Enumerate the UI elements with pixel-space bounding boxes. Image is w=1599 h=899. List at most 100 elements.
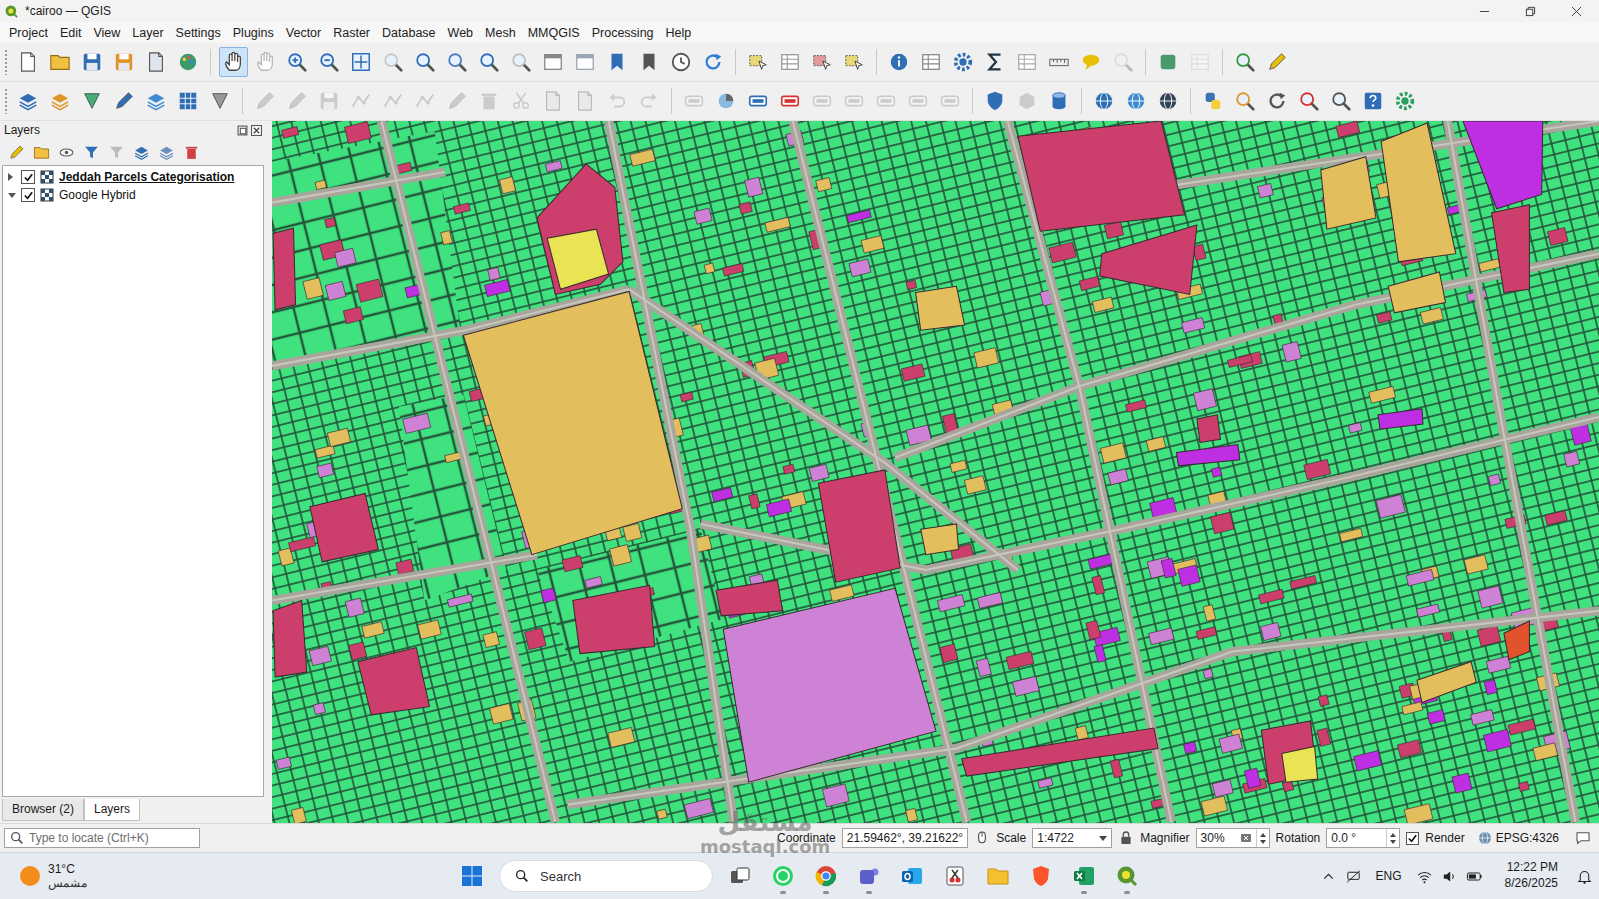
taskbar-search[interactable]: Search — [499, 860, 713, 892]
expand-all-button[interactable] — [130, 141, 152, 163]
parcel[interactable] — [1100, 443, 1126, 463]
parcel[interactable] — [1282, 342, 1301, 363]
parcel[interactable] — [680, 392, 693, 402]
parcel[interactable] — [1088, 554, 1113, 569]
parcel[interactable] — [1463, 121, 1543, 209]
parcel[interactable] — [1125, 400, 1146, 412]
zoom-z-button[interactable] — [1327, 86, 1356, 116]
parcel[interactable] — [303, 278, 324, 300]
help-button[interactable] — [1359, 86, 1388, 116]
parcel[interactable] — [1547, 228, 1568, 246]
parcel[interactable] — [1478, 586, 1503, 608]
parcel[interactable] — [1092, 297, 1114, 312]
label-tool-button[interactable] — [680, 86, 709, 116]
speaker-icon[interactable] — [1441, 868, 1458, 885]
parcel[interactable] — [723, 263, 744, 276]
weather-widget[interactable]: 31°Cمشمس — [0, 862, 452, 891]
parcel[interactable] — [499, 177, 515, 194]
parcel[interactable] — [1464, 555, 1488, 574]
layer-row[interactable]: Jeddah Parcels Categorisation — [3, 168, 263, 186]
parcel[interactable] — [1508, 719, 1536, 735]
parcel[interactable] — [313, 703, 325, 715]
data-source-button[interactable] — [14, 86, 43, 116]
parcel[interactable] — [547, 229, 608, 289]
parcel[interactable] — [766, 499, 791, 517]
parcel[interactable] — [1348, 423, 1362, 434]
parcel[interactable] — [916, 286, 965, 330]
label-button[interactable] — [744, 86, 773, 116]
redo-button[interactable] — [635, 86, 664, 116]
menu-item[interactable]: Vector — [280, 26, 327, 40]
parcel[interactable] — [1183, 742, 1196, 754]
python-button[interactable] — [1199, 86, 1228, 116]
add-vector-button[interactable] — [78, 86, 107, 116]
cube-button[interactable] — [1013, 86, 1042, 116]
parcel[interactable] — [1354, 751, 1382, 771]
parcel[interactable] — [1210, 512, 1234, 534]
geopackage-button[interactable] — [46, 86, 75, 116]
undo-button[interactable] — [603, 86, 632, 116]
lock-icon[interactable] — [1118, 830, 1134, 846]
shield-button[interactable] — [981, 86, 1010, 116]
crs-button[interactable]: EPSG:4326 — [1477, 830, 1559, 846]
parcel[interactable] — [745, 177, 763, 197]
show-hide-button[interactable] — [840, 86, 869, 116]
parcel[interactable] — [315, 445, 335, 458]
parcel[interactable] — [694, 208, 712, 224]
georef-button[interactable] — [1391, 86, 1420, 116]
parcel[interactable] — [1075, 726, 1088, 740]
parcel[interactable] — [1290, 576, 1317, 590]
parcel[interactable] — [1201, 796, 1228, 816]
zoom-in-button[interactable] — [283, 47, 312, 77]
paste-button[interactable] — [571, 86, 600, 116]
parcel[interactable] — [1452, 773, 1472, 793]
parcel[interactable] — [344, 122, 371, 144]
expand-arrow-icon[interactable] — [8, 193, 16, 198]
brush-button[interactable] — [1263, 47, 1292, 77]
modify-button[interactable] — [443, 86, 472, 116]
parcel[interactable] — [1304, 459, 1331, 479]
visibility-button[interactable] — [55, 141, 77, 163]
parcel[interactable] — [463, 291, 682, 554]
add-group-button[interactable] — [30, 141, 52, 163]
parcel[interactable] — [1203, 669, 1213, 679]
style-panel-button[interactable] — [5, 141, 27, 163]
parcel[interactable] — [1479, 259, 1501, 272]
edit-pencil-button[interactable] — [251, 86, 280, 116]
panel-tab[interactable]: Layers — [84, 799, 140, 821]
parcel[interactable] — [1533, 743, 1558, 761]
parcel[interactable] — [1178, 565, 1200, 586]
toggle-edit-button[interactable] — [283, 86, 312, 116]
parcel[interactable] — [1420, 307, 1443, 324]
parcel[interactable] — [1049, 242, 1076, 263]
layer-row[interactable]: Google Hybrid — [3, 186, 263, 204]
parcel[interactable] — [1079, 276, 1100, 290]
chrome-app[interactable] — [806, 856, 846, 896]
parcel[interactable] — [937, 594, 965, 611]
parcel[interactable] — [1161, 558, 1176, 578]
scale-field[interactable]: 1:4722 — [1032, 828, 1112, 848]
filter-expression-button[interactable] — [105, 141, 127, 163]
statistics-button[interactable] — [981, 47, 1010, 77]
add-wms-button[interactable] — [142, 86, 171, 116]
pan-button[interactable] — [219, 47, 248, 77]
menu-item[interactable]: Raster — [327, 26, 376, 40]
parcel[interactable] — [484, 280, 510, 297]
delete-button[interactable] — [475, 86, 504, 116]
language-indicator[interactable]: ENG — [1376, 869, 1402, 883]
parcel[interactable] — [1486, 656, 1511, 673]
map-canvas[interactable] — [272, 121, 1599, 823]
parcel[interactable] — [906, 280, 917, 290]
tips-button[interactable] — [1077, 47, 1106, 77]
cut-button[interactable] — [507, 86, 536, 116]
parcel[interactable] — [816, 177, 832, 191]
parcel[interactable] — [1417, 662, 1476, 703]
notification-bell-icon[interactable] — [1576, 868, 1593, 885]
parcel[interactable] — [1108, 469, 1129, 485]
zoom-last-button[interactable] — [475, 47, 504, 77]
parcel[interactable] — [358, 648, 430, 715]
whatsapp-app[interactable] — [763, 856, 803, 896]
teams-app[interactable] — [849, 856, 889, 896]
parcel[interactable] — [418, 620, 442, 639]
messages-icon[interactable] — [1575, 830, 1591, 846]
